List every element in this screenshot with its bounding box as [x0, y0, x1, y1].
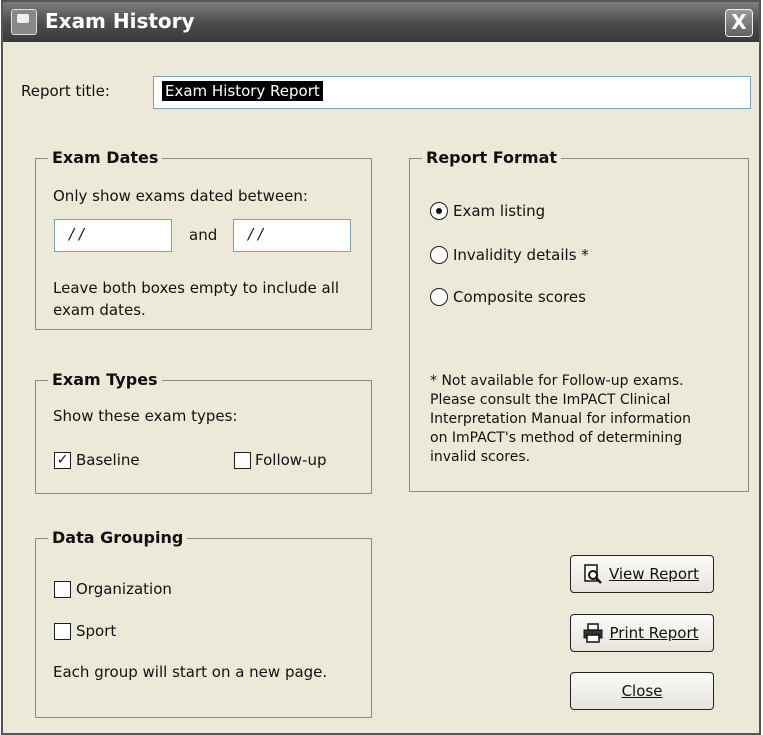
followup-checkbox[interactable] [234, 452, 251, 469]
footnote-line2: Please consult the ImPACT Clinical [430, 392, 671, 408]
magnifier-document-icon [584, 564, 602, 584]
exam-types-instruction: Show these exam types: [53, 407, 238, 425]
close-label: Close [621, 682, 663, 700]
organization-label: Organization [76, 580, 172, 598]
exam-dates-note-line2: exam dates. [53, 301, 146, 319]
date-from-input[interactable]: / / [54, 219, 172, 252]
report-format-group: Report Format Exam listing Invalidity de… [409, 148, 749, 492]
print-report-button[interactable]: Print Report [570, 614, 714, 652]
and-label: and [189, 226, 218, 244]
view-report-button[interactable]: View Report [570, 555, 714, 593]
footnote-line1: * Not available for Follow-up exams. [430, 373, 684, 389]
organization-checkbox[interactable] [54, 581, 71, 598]
report-title-value: Exam History Report [162, 81, 323, 101]
exam-dates-instruction: Only show exams dated between: [53, 187, 308, 205]
data-grouping-legend: Data Grouping [48, 528, 188, 547]
printer-icon [583, 623, 603, 643]
exam-dates-legend: Exam Dates [48, 148, 163, 167]
footnote-line4: on ImPACT's method of determining [430, 430, 683, 446]
sport-checkbox[interactable] [54, 623, 71, 640]
footnote-line3: Interpretation Manual for information [430, 411, 691, 427]
exam-types-legend: Exam Types [48, 370, 162, 389]
window-close-button[interactable]: X [725, 9, 753, 37]
composite-scores-label: Composite scores [453, 288, 586, 306]
exam-listing-label: Exam listing [453, 202, 546, 220]
followup-label: Follow-up [255, 451, 327, 469]
report-format-legend: Report Format [422, 148, 562, 167]
invalidity-details-label: Invalidity details * [453, 246, 589, 264]
date-to-input[interactable]: / / [233, 219, 351, 252]
close-button[interactable]: Close [570, 672, 714, 710]
exam-types-group: Exam Types Show these exam types: ✓ Base… [35, 370, 372, 494]
window-title: Exam History [45, 9, 195, 33]
baseline-checkbox[interactable]: ✓ [54, 452, 71, 469]
sport-label: Sport [76, 622, 117, 640]
exam-listing-radio[interactable] [430, 202, 448, 220]
composite-scores-radio[interactable] [430, 288, 448, 306]
data-grouping-group: Data Grouping Organization Sport Each gr… [35, 528, 372, 718]
app-icon [11, 9, 37, 35]
invalidity-details-radio[interactable] [430, 246, 448, 264]
exam-history-dialog: Exam History X Report title: Exam Histor… [1, 0, 761, 735]
baseline-label: Baseline [76, 451, 140, 469]
title-bar[interactable]: Exam History X [3, 2, 759, 42]
report-title-input[interactable]: Exam History Report [153, 76, 751, 109]
footnote-line5: invalid scores. [430, 449, 531, 465]
report-title-label: Report title: [21, 82, 110, 100]
data-grouping-note: Each group will start on a new page. [53, 663, 328, 681]
exam-dates-note-line1: Leave both boxes empty to include all [53, 279, 340, 297]
exam-dates-group: Exam Dates Only show exams dated between… [35, 148, 372, 330]
